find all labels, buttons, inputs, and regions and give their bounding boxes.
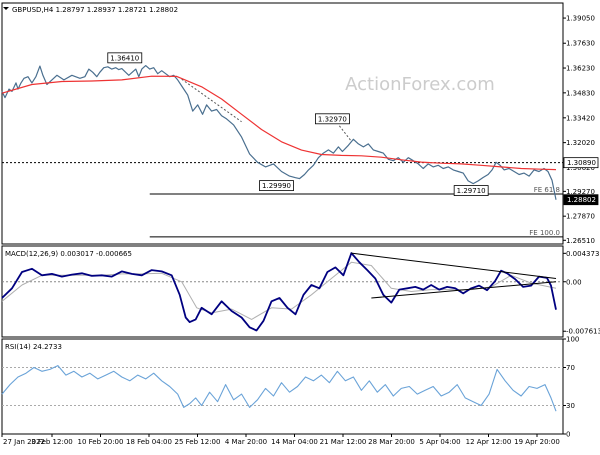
collapse-arrow-icon [3,7,9,10]
price-pane-frame [1,2,564,245]
price-y-tick-label: 1.32020 [566,139,595,147]
swing-annotation-label: 1.36410 [110,54,139,62]
x-axis-label: 5 Apr 04:00 [419,438,460,446]
x-axis-label: 14 Mar 04:00 [271,438,318,446]
symbol-header-text: GBPUSD,H4 1.28797 1.28937 1.28721 1.2880… [12,6,178,14]
macd-y-tick-label: 0.004373 [566,250,599,258]
price-y-tick-label: 1.27870 [566,213,595,221]
watermark-text: ActionForex.com [345,74,495,95]
x-axis-label: 21 Mar 12:00 [320,438,367,446]
macd-trendline [351,252,557,279]
fibonacci-level-label: FE 100.0 [529,229,560,237]
price-y-tick-label: 1.37630 [566,40,595,48]
swing-annotation-label: 1.29990 [262,182,291,190]
x-axis-label: 19 Apr 20:00 [514,438,560,446]
x-axis-label: 12 Apr 12:00 [466,438,512,446]
price-y-tick-label: 1.39050 [566,15,595,23]
projection-line [339,125,352,142]
rsi-y-tick-label: 30 [566,402,575,410]
projection-line [181,78,242,123]
x-axis-label: 10 Feb 20:00 [78,438,124,446]
macd-line [1,252,557,332]
swing-annotation-label: 1.32970 [318,115,347,123]
chart-canvas: ActionForex.com 1.39050 1.37630 1.36230 1.34… [1,2,600,446]
x-axis-label: 4 Mar 20:00 [225,438,267,446]
swing-annotation-label: 1.29710 [457,187,486,195]
rsi-title: RSI(14) 24.2733 [5,343,62,351]
rsi-line [1,365,557,412]
rsi-y-tick-label: 70 [566,364,575,372]
x-axis-label: 28 Mar 20:00 [368,438,415,446]
x-axis-label: 3 Feb 12:00 [31,438,72,446]
macd-pane-frame [1,245,564,338]
x-axis-label: 25 Feb 12:00 [175,438,221,446]
macd-signal-line [1,261,557,320]
rsi-y-tick-label: 100 [566,336,579,344]
rsi-y-tick-label: 0 [566,431,570,439]
price-y-tick-label: 1.26510 [566,237,595,245]
price-y-tick-label: 1.34830 [566,89,595,97]
macd-y-tick-label: 0.00 [566,278,582,286]
x-axis-label: 18 Feb 04:00 [126,438,172,446]
price-y-tick-label: 1.33420 [566,114,595,122]
price-y-tick-label: 1.36230 [566,65,595,73]
macd-title: MACD(12,26,9) 0.003017 -0.000665 [5,250,132,258]
rsi-pane-frame [1,338,564,435]
price-level-label: 1.30890 [567,159,596,167]
forex-chart: ActionForex.com 1.39050 1.37630 1.36230 1.34… [0,0,600,450]
fibonacci-level-label: FE 61.8 [534,186,560,194]
price-level-label: 1.28802 [567,196,596,204]
